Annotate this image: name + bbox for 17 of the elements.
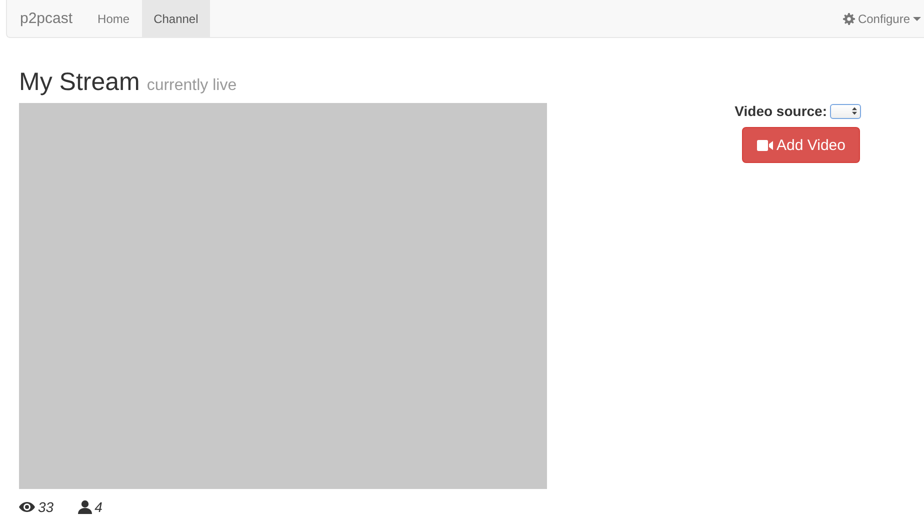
nav-tab[interactable]: Home xyxy=(86,0,142,37)
nav-tab[interactable]: Channel xyxy=(142,0,210,37)
viewer-count: 4 xyxy=(94,499,102,515)
eye-icon xyxy=(19,502,35,512)
configure-menu[interactable]: Configure xyxy=(842,0,924,37)
video-source-label: Video source: xyxy=(734,103,827,119)
add-video-button[interactable]: Add Video xyxy=(742,127,860,163)
stream-title: My Stream xyxy=(19,68,140,96)
video-source-select[interactable] xyxy=(830,104,861,118)
view-count: 33 xyxy=(38,499,54,515)
video-camera-icon xyxy=(756,140,773,150)
stream-status: currently live xyxy=(146,77,237,94)
settings-icon xyxy=(842,12,855,24)
caret-icon xyxy=(913,16,921,20)
brand-link[interactable]: p2pcast xyxy=(7,0,86,37)
person-icon xyxy=(78,500,92,514)
stepper-arrows-icon xyxy=(852,107,857,115)
